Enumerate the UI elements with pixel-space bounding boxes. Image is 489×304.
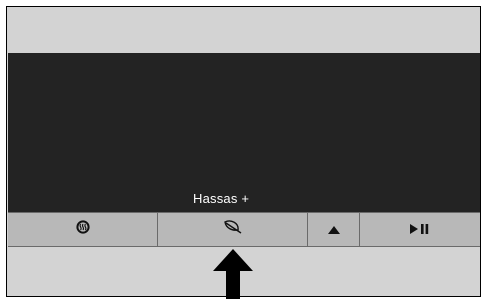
leaf-eco-icon [222,219,244,240]
up-button[interactable] [308,213,360,246]
eco-button[interactable] [158,213,308,246]
up-triangle-icon [327,221,340,239]
button-bar [8,212,480,247]
play-pause-button[interactable] [360,213,480,246]
pointer-arrow-icon [213,249,253,304]
defrost-heat-icon [75,219,91,240]
play-pause-icon [410,221,430,239]
display-screen [8,53,480,212]
defrost-button[interactable] [8,213,158,246]
mode-label: Hassas + [193,191,250,206]
device-panel: Hassas + [6,6,481,299]
